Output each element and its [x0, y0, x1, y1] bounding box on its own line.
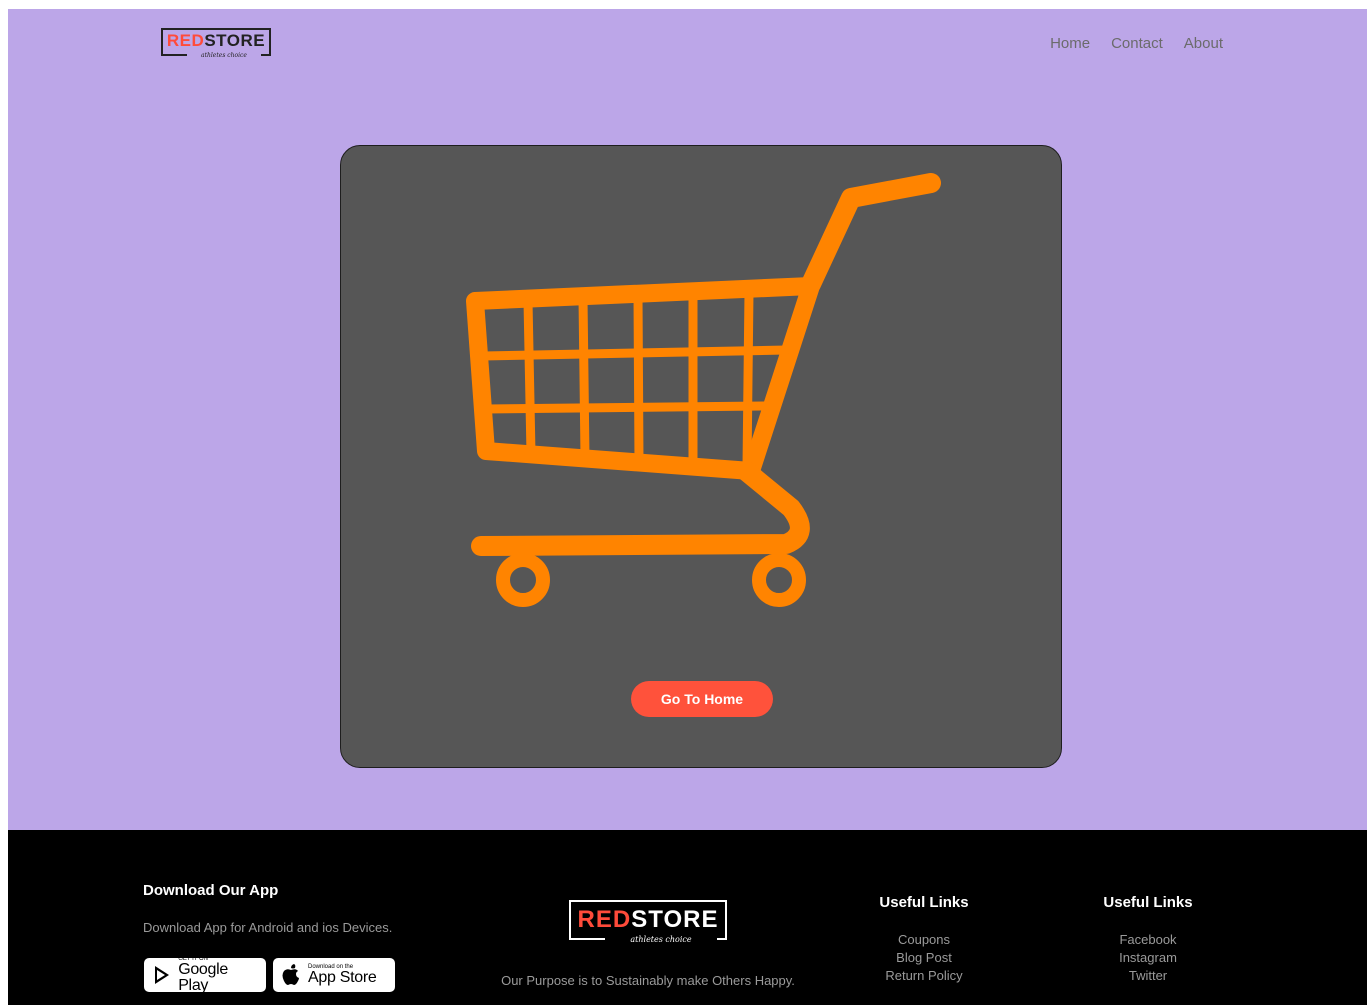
apple-icon	[280, 964, 302, 986]
app-store-badge[interactable]: Download on the App Store	[272, 957, 396, 993]
app-store-label: App Store	[308, 969, 377, 986]
google-play-label: Google Play	[178, 961, 228, 994]
footer-logo-tagline: athletes choice	[605, 934, 717, 945]
shopping-cart-icon	[466, 173, 941, 607]
go-to-home-button[interactable]: Go To Home	[631, 681, 773, 717]
instagram-link[interactable]: Instagram	[1088, 949, 1208, 967]
coupons-link[interactable]: Coupons	[864, 931, 984, 949]
footer: Download Our App Download App for Androi…	[8, 830, 1367, 1005]
google-play-badge[interactable]: GET IT ON Google Play	[143, 956, 267, 994]
footer-logo-text: REDSTORE	[577, 906, 719, 933]
google-play-icon	[151, 964, 172, 986]
header: REDSTORE athletes choice Home Contact Ab…	[8, 9, 1367, 79]
empty-cart-card: Go To Home	[340, 145, 1062, 768]
footer-brand-section: REDSTORE athletes choice Our Purpose is …	[478, 900, 818, 988]
useful-links-heading: Useful Links	[879, 894, 969, 911]
footer-links-column-1: Useful Links Coupons Blog Post Return Po…	[864, 894, 984, 985]
footer-app-section: Download Our App Download App for Androi…	[143, 882, 443, 935]
facebook-link[interactable]: Facebook	[1088, 931, 1208, 949]
purpose-text: Our Purpose is to Sustainably make Other…	[501, 973, 795, 988]
blog-post-link[interactable]: Blog Post	[864, 949, 984, 967]
nav-contact-link[interactable]: Contact	[1111, 35, 1163, 52]
footer-logo[interactable]: REDSTORE athletes choice	[569, 900, 727, 945]
download-app-heading: Download Our App	[143, 882, 279, 899]
logo-tagline: athletes choice	[187, 51, 261, 60]
nav-about-link[interactable]: About	[1184, 35, 1223, 52]
download-app-description: Download App for Android and ios Devices…	[143, 920, 393, 935]
footer-links-column-2: Useful Links Facebook Instagram Twitter	[1088, 894, 1208, 985]
nav-home-link[interactable]: Home	[1050, 35, 1090, 52]
main-nav: Home Contact About	[1050, 35, 1223, 52]
twitter-link[interactable]: Twitter	[1088, 967, 1208, 985]
social-links-heading: Useful Links	[1103, 894, 1193, 911]
logo-text: REDSTORE	[166, 31, 266, 50]
store-logo[interactable]: REDSTORE athletes choice	[161, 28, 271, 60]
app-badges: GET IT ON Google Play Download on the Ap…	[143, 956, 396, 994]
return-policy-link[interactable]: Return Policy	[864, 967, 984, 985]
page: REDSTORE athletes choice Home Contact Ab…	[8, 9, 1367, 1005]
